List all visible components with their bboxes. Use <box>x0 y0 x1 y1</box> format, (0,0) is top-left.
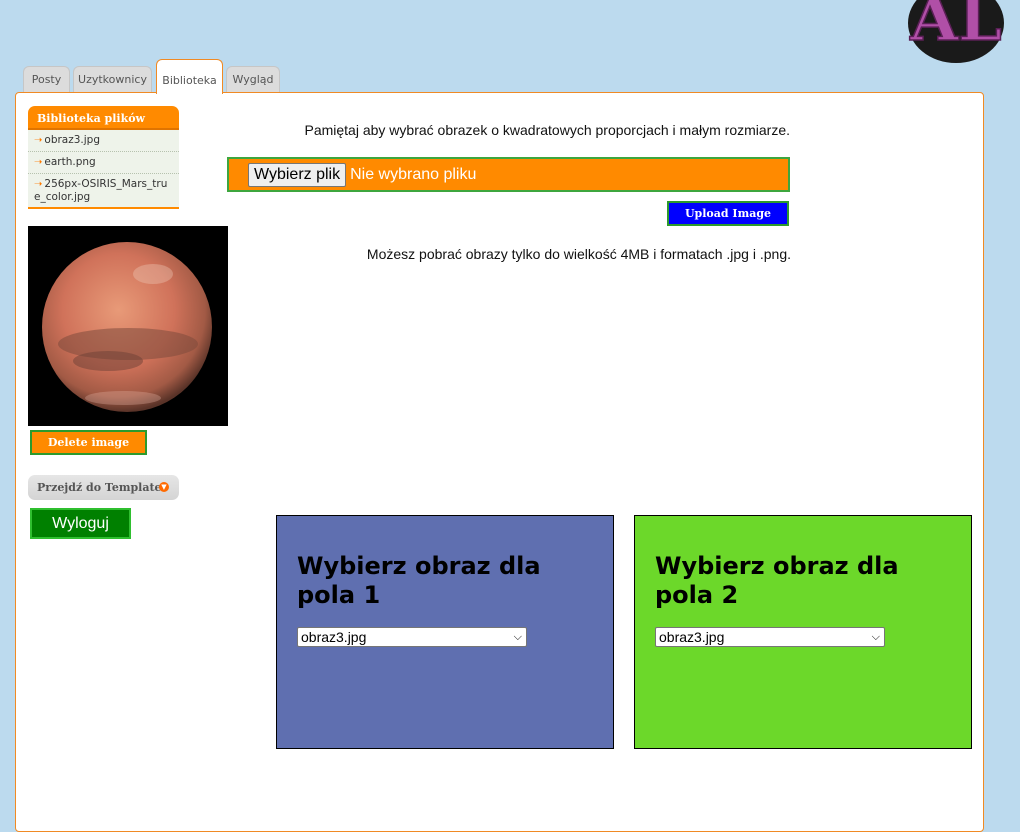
field-title-2: Wybierz obraz dla pola 2 <box>655 552 899 609</box>
file-item-earth[interactable]: ➝ earth.png <box>28 152 179 174</box>
chevron-down-icon: ▼ <box>159 482 169 492</box>
template-menu[interactable]: Przejdź do Template ▼ <box>28 475 179 500</box>
tab-wyglad[interactable]: Wygląd <box>226 66 280 92</box>
field-box-2: Wybierz obraz dla pola 2 obraz3.jpg ⌵ <box>634 515 972 749</box>
arrow-right-icon: ➝ <box>34 179 43 190</box>
arrow-right-icon: ➝ <box>34 135 43 146</box>
image-preview <box>28 226 228 426</box>
chevron-down-icon: ⌵ <box>513 631 522 643</box>
file-item-label: obraz3.jpg <box>44 134 101 146</box>
app-logo: AL <box>908 0 1004 63</box>
svg-text:AL: AL <box>909 0 1002 55</box>
logout-button[interactable]: Wyloguj <box>30 508 131 539</box>
choose-file-button[interactable]: Wybierz plik <box>248 162 347 187</box>
file-input[interactable]: Wybierz plik Nie wybrano pliku <box>227 157 790 192</box>
field-select-value: obraz3.jpg <box>301 629 367 645</box>
file-library-title: Biblioteka plików <box>28 106 179 130</box>
file-status: Nie wybrano pliku <box>350 165 477 183</box>
upload-limit-text: Możesz pobrać obrazy tylko do wielkość 4… <box>366 246 791 262</box>
field-select-1[interactable]: obraz3.jpg ⌵ <box>297 627 527 647</box>
upload-hint: Pamiętaj aby wybrać obrazek o kwadratowy… <box>304 122 790 138</box>
field-select-value: obraz3.jpg <box>659 629 725 645</box>
file-list: ➝ obraz3.jpg ➝ earth.png ➝ 256px-OSIRIS_Mar… <box>28 130 179 209</box>
arrow-right-icon: ➝ <box>34 157 43 168</box>
file-item-obraz3[interactable]: ➝ obraz3.jpg <box>28 130 179 152</box>
field-title-1: Wybierz obraz dla pola 1 <box>297 552 541 609</box>
template-menu-label: Przejdź do Template <box>37 481 162 494</box>
tab-posty[interactable]: Posty <box>23 66 70 92</box>
file-item-mars[interactable]: ➝ 256px-OSIRIS_Mars_true_color.jpg <box>28 174 179 207</box>
file-item-label: earth.png <box>44 156 96 168</box>
tab-uzytkownicy[interactable]: Uzytkownicy <box>73 66 152 92</box>
chevron-down-icon: ⌵ <box>871 631 880 643</box>
delete-image-button[interactable]: Delete image <box>30 430 147 455</box>
file-library: Biblioteka plików ➝ obraz3.jpg ➝ earth.png… <box>28 106 179 209</box>
field-select-2[interactable]: obraz3.jpg ⌵ <box>655 627 885 647</box>
field-box-1: Wybierz obraz dla pola 1 obraz3.jpg ⌵ <box>276 515 614 749</box>
file-item-label: 256px-OSIRIS_Mars_true_color.jpg <box>34 178 168 203</box>
upload-image-button[interactable]: Upload Image <box>667 201 789 226</box>
tab-biblioteka[interactable]: Biblioteka <box>156 59 223 94</box>
